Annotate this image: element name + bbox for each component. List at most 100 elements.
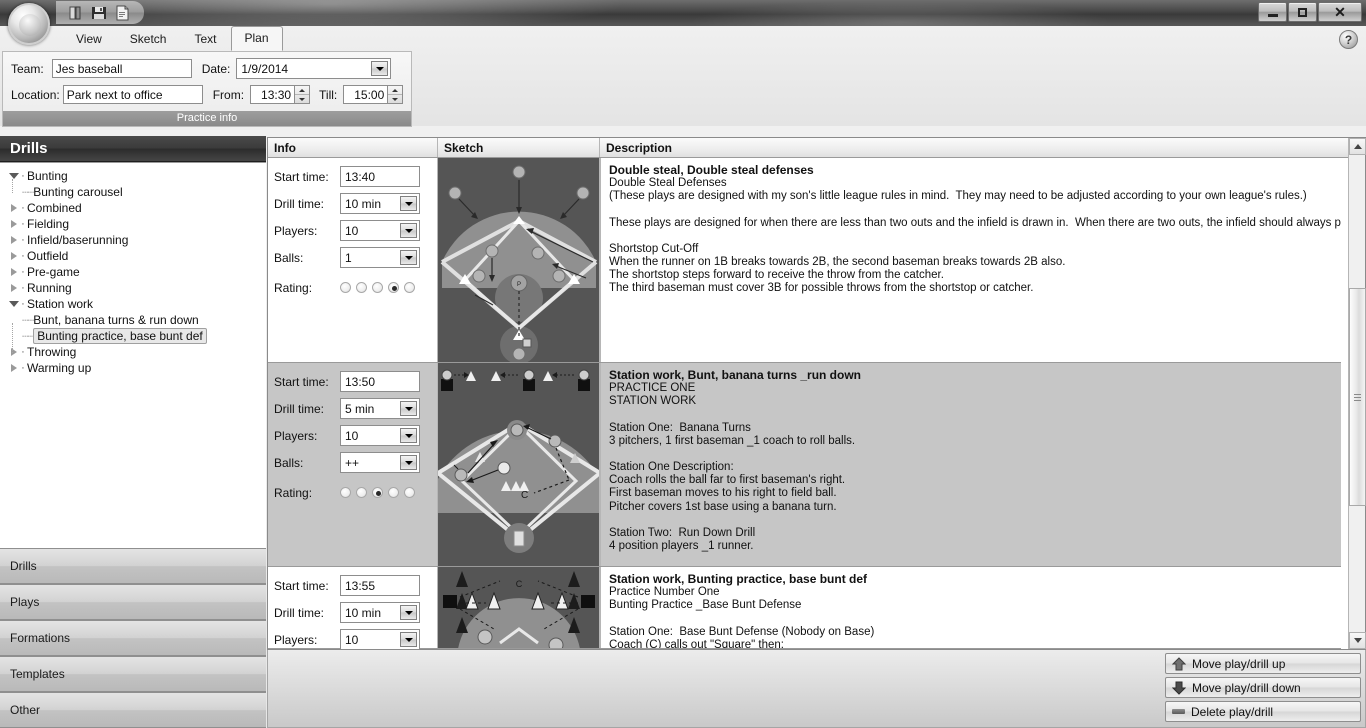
- description-title: Double steal, Double steal defenses: [609, 163, 814, 177]
- tree-row-throwing[interactable]: · Throwing: [8, 344, 266, 360]
- tab-view[interactable]: View: [62, 27, 116, 51]
- sketch-cell-double-steal[interactable]: P: [438, 158, 600, 362]
- start-time-input[interactable]: [340, 166, 420, 187]
- collapse-arrow-icon[interactable]: [8, 348, 19, 356]
- expand-arrow-icon[interactable]: [8, 173, 19, 179]
- collapse-arrow-icon[interactable]: [8, 204, 19, 212]
- category-button-other[interactable]: Other: [0, 692, 266, 728]
- category-button-templates[interactable]: Templates: [0, 656, 266, 692]
- tab-sketch[interactable]: Sketch: [116, 27, 181, 51]
- tree-row-warming-up[interactable]: · Warming up: [8, 360, 266, 376]
- rating-radio-1[interactable]: [340, 487, 351, 498]
- from-spin-up[interactable]: [295, 86, 309, 94]
- table-row[interactable]: Start time: Drill time: 10 min Players:: [268, 158, 1341, 363]
- rating-radio-1[interactable]: [340, 282, 351, 293]
- collapse-arrow-icon[interactable]: [8, 220, 19, 228]
- rating-radio-2[interactable]: [356, 282, 367, 293]
- rating-radio-3[interactable]: [372, 487, 383, 498]
- till-input[interactable]: [343, 85, 389, 104]
- team-input[interactable]: [51, 59, 192, 78]
- players-combo[interactable]: 10: [340, 220, 420, 241]
- till-spin-up[interactable]: [388, 86, 402, 94]
- tree-row-outfield[interactable]: · Outfield: [8, 248, 266, 264]
- tree-row-bunting-carousel[interactable]: ┄┄ Bunting carousel: [8, 184, 266, 200]
- rating-radio-5[interactable]: [404, 487, 415, 498]
- drill-time-combo[interactable]: 5 min: [340, 398, 420, 419]
- start-time-input[interactable]: [340, 371, 420, 392]
- chevron-down-icon[interactable]: [400, 605, 417, 620]
- tab-text[interactable]: Text: [180, 27, 230, 51]
- move-play-drill-up-button[interactable]: Move play/drill up: [1165, 653, 1361, 674]
- chevron-down-icon[interactable]: [400, 401, 417, 416]
- balls-combo[interactable]: ++: [340, 452, 420, 473]
- sketch-cell-bunt-defense[interactable]: C: [438, 567, 600, 648]
- collapse-arrow-icon[interactable]: [8, 236, 19, 244]
- from-spinner[interactable]: [295, 85, 311, 104]
- start-time-input[interactable]: [340, 575, 420, 596]
- grid-vertical-scrollbar[interactable]: [1348, 138, 1366, 649]
- help-icon[interactable]: ?: [1339, 30, 1358, 49]
- category-button-formations[interactable]: Formations: [0, 620, 266, 656]
- minimize-button[interactable]: [1258, 2, 1287, 22]
- till-spinner[interactable]: [388, 85, 404, 104]
- new-document-icon[interactable]: [114, 5, 130, 21]
- tree-row-bunt-banana[interactable]: ┄┄ Bunt, banana turns & run down: [8, 312, 266, 328]
- collapse-arrow-icon[interactable]: [8, 252, 19, 260]
- open-icon[interactable]: [68, 5, 84, 21]
- tree-row-station-work[interactable]: · Station work: [8, 296, 266, 312]
- rating-radio-3[interactable]: [372, 282, 383, 293]
- date-combo[interactable]: 1/9/2014: [236, 58, 392, 79]
- from-spin-down[interactable]: [295, 94, 310, 103]
- close-button[interactable]: ✕: [1318, 2, 1362, 22]
- drill-time-combo[interactable]: 10 min: [340, 602, 420, 623]
- chevron-down-icon[interactable]: [400, 428, 417, 443]
- scrollbar-thumb[interactable]: [1349, 288, 1366, 506]
- chevron-down-icon[interactable]: [400, 223, 417, 238]
- category-button-drills[interactable]: Drills: [0, 548, 266, 584]
- rating-radio-group[interactable]: [340, 282, 415, 293]
- chevron-down-icon[interactable]: [371, 61, 389, 76]
- rating-radio-4[interactable]: [388, 282, 399, 293]
- rating-radio-2[interactable]: [356, 487, 367, 498]
- tree-row-bunting-practice[interactable]: ┄┄ Bunting practice, base bunt def: [8, 328, 266, 344]
- row-description-cell[interactable]: Station work, Bunting practice, base bun…: [600, 567, 1341, 648]
- tab-plan[interactable]: Plan: [230, 26, 283, 51]
- balls-combo[interactable]: 1: [340, 247, 420, 268]
- tree-row-infield-baserunning[interactable]: · Infield/baserunning: [8, 232, 266, 248]
- players-combo[interactable]: 10: [340, 425, 420, 446]
- location-input[interactable]: [62, 85, 203, 104]
- rating-radio-4[interactable]: [388, 487, 399, 498]
- delete-play-drill-button[interactable]: Delete play/drill: [1165, 701, 1361, 722]
- table-row[interactable]: Start time: Drill time: 5 min Players:: [268, 363, 1341, 567]
- rating-radio-group[interactable]: [340, 487, 415, 498]
- collapse-arrow-icon[interactable]: [8, 268, 19, 276]
- tree-row-combined[interactable]: · Combined: [8, 200, 266, 216]
- move-play-drill-down-button[interactable]: Move play/drill down: [1165, 677, 1361, 698]
- chevron-down-icon[interactable]: [400, 196, 417, 211]
- drill-time-combo[interactable]: 10 min: [340, 193, 420, 214]
- row-description-cell[interactable]: Double steal, Double steal defenses Doub…: [600, 158, 1341, 362]
- collapse-arrow-icon[interactable]: [8, 284, 19, 292]
- players-combo[interactable]: 10: [340, 629, 420, 649]
- sketch-cell-station-work[interactable]: C: [438, 363, 600, 566]
- app-menu-orb[interactable]: [8, 3, 50, 45]
- maximize-button[interactable]: [1288, 2, 1317, 22]
- chevron-down-icon[interactable]: [400, 250, 417, 265]
- chevron-down-icon[interactable]: [400, 455, 417, 470]
- save-icon[interactable]: [91, 5, 107, 21]
- category-button-plays[interactable]: Plays: [0, 584, 266, 620]
- from-input[interactable]: [250, 85, 296, 104]
- table-row[interactable]: Start time: Drill time: 10 min Players:: [268, 567, 1341, 649]
- scroll-up-button[interactable]: [1349, 138, 1366, 155]
- tree-row-running[interactable]: · Running: [8, 280, 266, 296]
- collapse-arrow-icon[interactable]: [8, 364, 19, 372]
- tree-row-bunting[interactable]: · Bunting: [8, 168, 266, 184]
- row-description-cell[interactable]: Station work, Bunt, banana turns _run do…: [600, 363, 1341, 566]
- expand-arrow-icon[interactable]: [8, 301, 19, 307]
- till-spin-down[interactable]: [388, 94, 403, 103]
- chevron-down-icon[interactable]: [400, 632, 417, 647]
- tree-row-fielding[interactable]: · Fielding: [8, 216, 266, 232]
- rating-radio-5[interactable]: [404, 282, 415, 293]
- tree-row-pre-game[interactable]: · Pre-game: [8, 264, 266, 280]
- scroll-down-button[interactable]: [1349, 632, 1366, 649]
